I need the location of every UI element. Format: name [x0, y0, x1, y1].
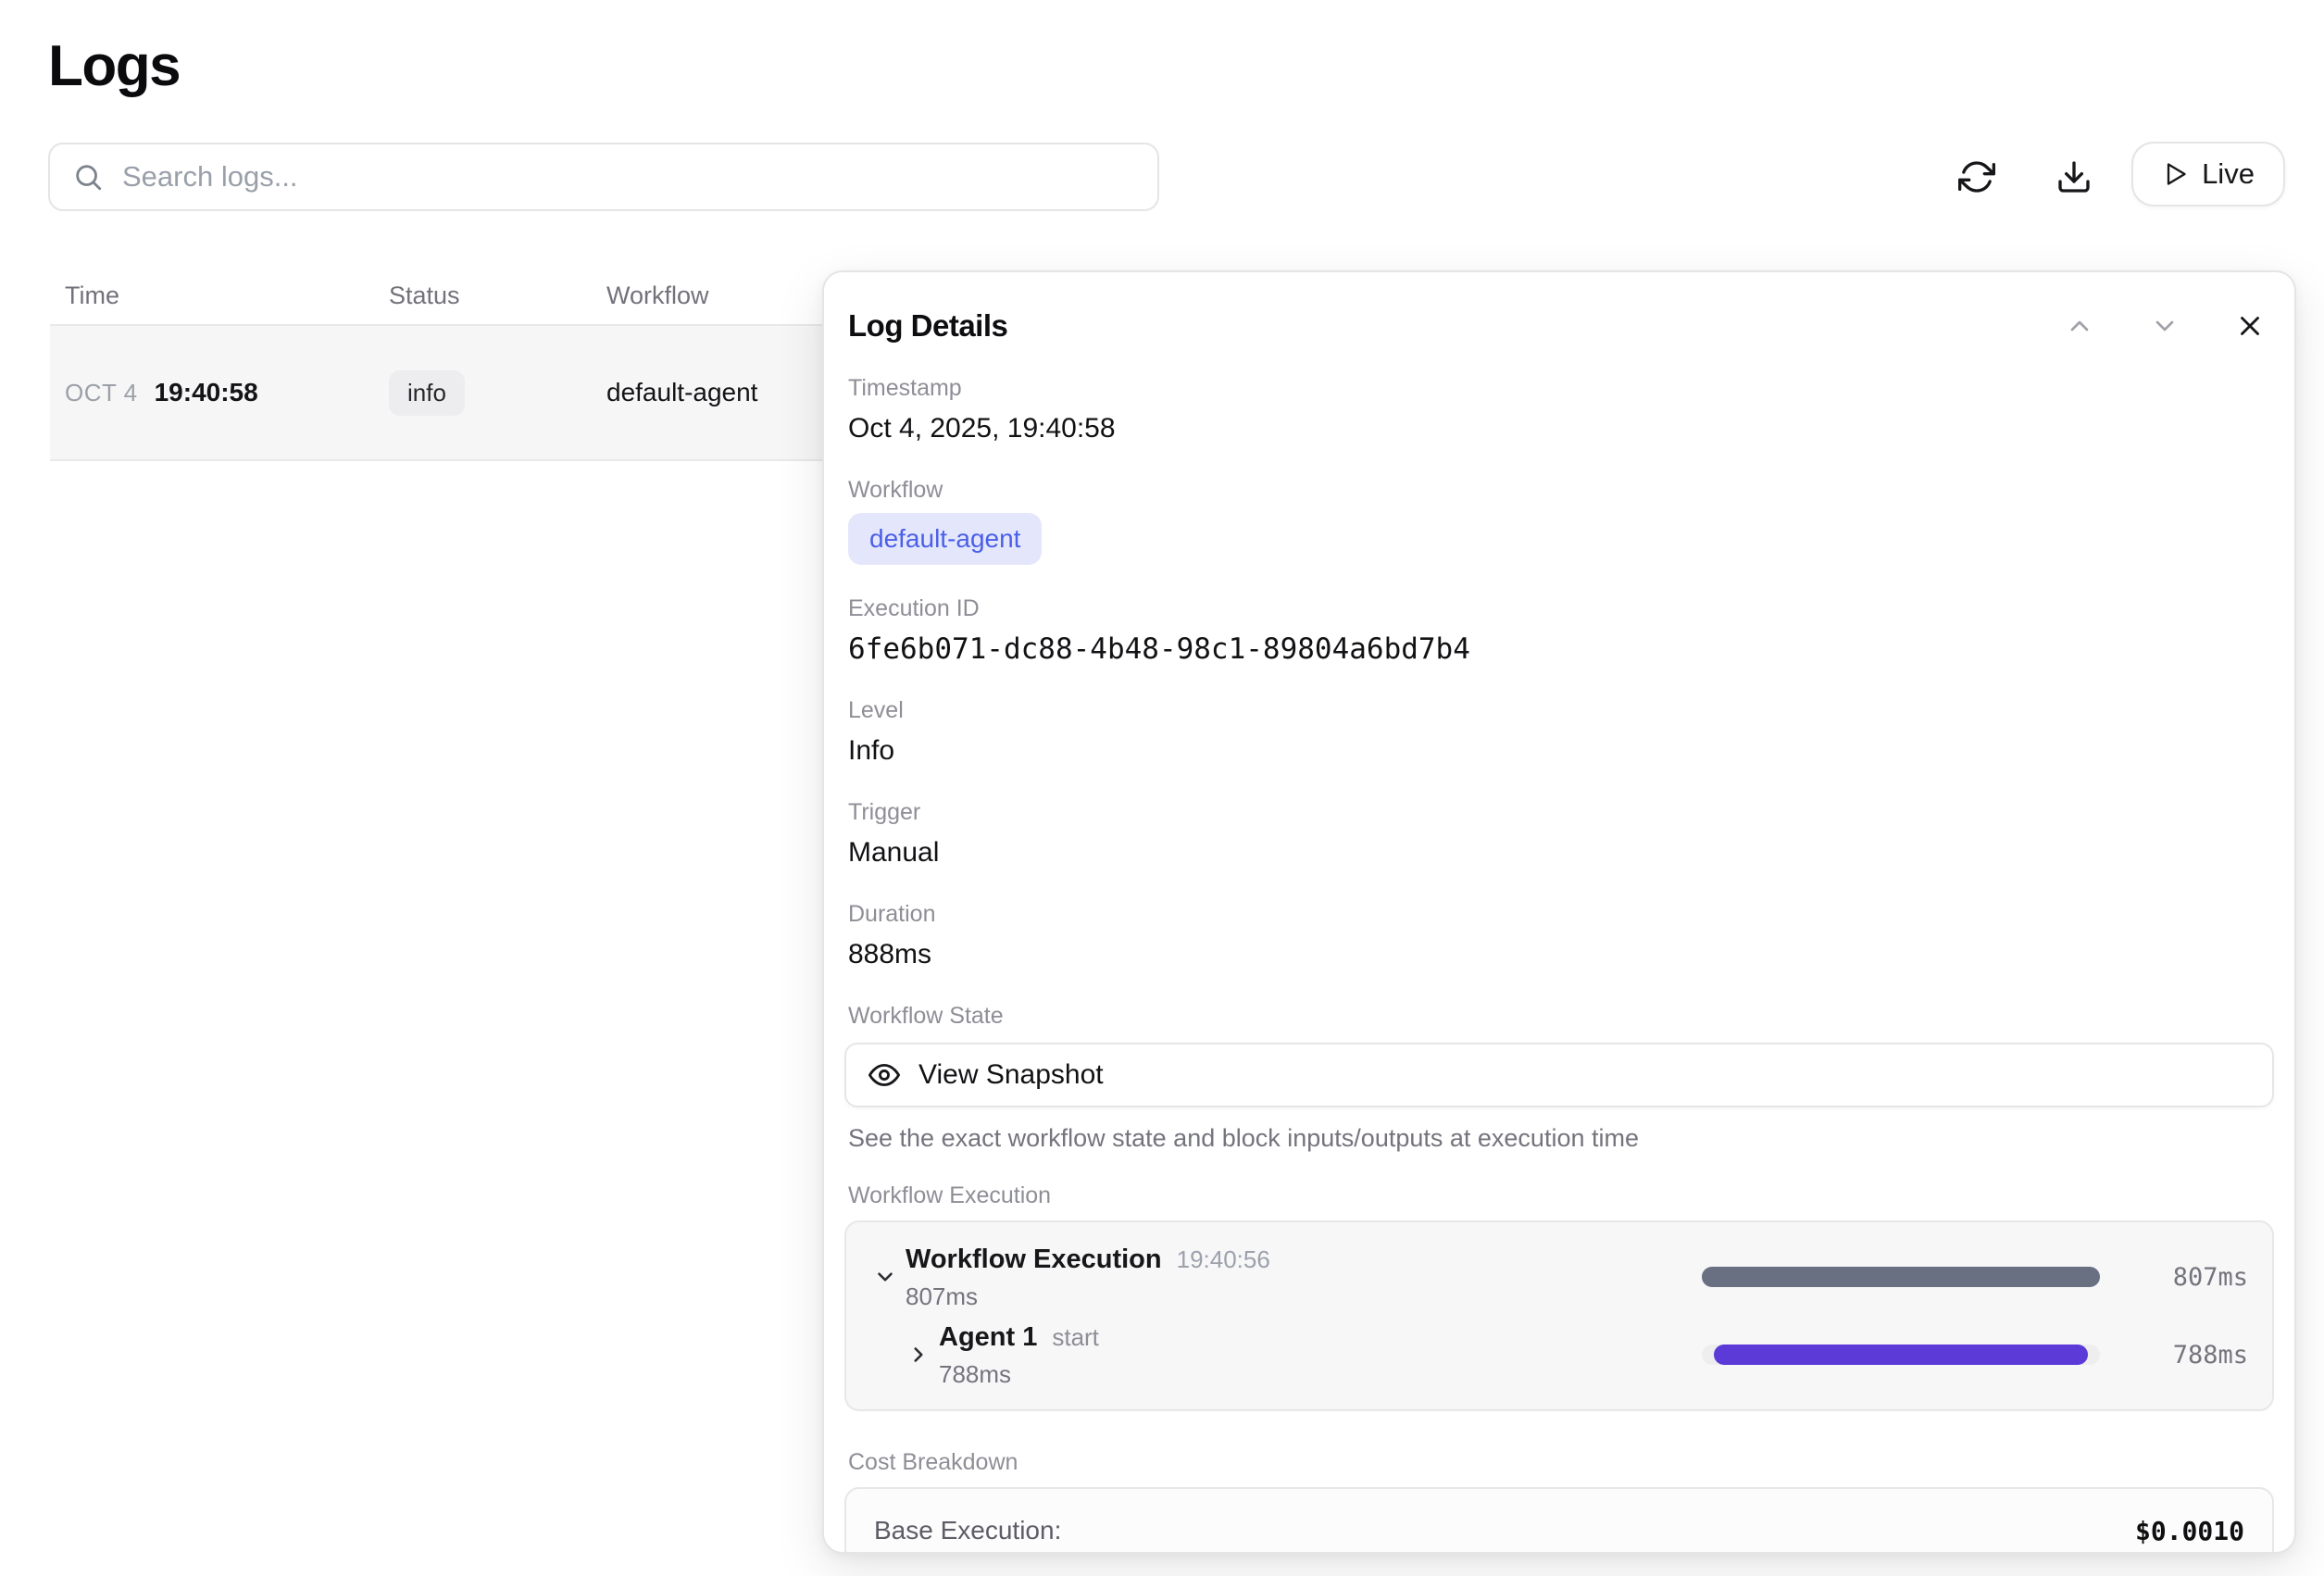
execution-row-agent[interactable]: Agent 1 start 788ms 788ms — [865, 1319, 2248, 1391]
table-row[interactable]: OCT 4 19:40:58 info default-agent — [50, 326, 826, 461]
view-snapshot-button[interactable]: View Snapshot — [844, 1043, 2274, 1107]
workflow-execution-card: Workflow Execution 19:40:56 807ms 807ms … — [844, 1220, 2274, 1411]
download-icon — [2055, 158, 2093, 195]
execution-duration: 807ms — [906, 1282, 1702, 1311]
field-workflow: Workflow default-agent — [848, 476, 2270, 565]
field-execution-id: Execution ID 6fe6b071-dc88-4b48-98c1-898… — [848, 594, 2270, 667]
live-button-label: Live — [2202, 157, 2255, 191]
search-input[interactable] — [122, 160, 1135, 194]
close-panel-button[interactable] — [2230, 306, 2270, 346]
field-timestamp-label: Timestamp — [848, 374, 2270, 402]
workflow-execution-label: Workflow Execution — [848, 1182, 2270, 1209]
refresh-icon — [1958, 158, 1995, 195]
cost-row-label: Base Execution: — [874, 1516, 1061, 1545]
field-level: Level Info — [848, 696, 2270, 769]
execution-duration-right: 788ms — [2137, 1341, 2248, 1370]
execution-row-root[interactable]: Workflow Execution 19:40:56 807ms 807ms — [865, 1241, 2248, 1313]
search-icon — [72, 161, 104, 193]
page-title: Logs — [48, 33, 180, 99]
field-timestamp-value: Oct 4, 2025, 19:40:58 — [848, 411, 2270, 446]
close-icon — [2234, 310, 2266, 342]
column-header-workflow: Workflow — [606, 281, 826, 310]
next-log-button[interactable] — [2144, 306, 2185, 346]
export-button[interactable] — [2048, 151, 2100, 203]
timeline-bar — [1702, 1267, 2100, 1287]
eye-icon — [868, 1059, 900, 1091]
execution-name: Agent 1 — [939, 1320, 1037, 1354]
refresh-button[interactable] — [1951, 151, 2003, 203]
field-workflow-label: Workflow — [848, 476, 2270, 504]
workflow-state-hint: See the exact workflow state and block i… — [848, 1122, 2270, 1154]
field-duration: Duration 888ms — [848, 900, 2270, 972]
field-execution-id-label: Execution ID — [848, 594, 2270, 622]
log-time-cell: OCT 4 19:40:58 — [50, 378, 389, 407]
execution-tag: start — [1052, 1323, 1099, 1352]
expand-toggle[interactable] — [898, 1343, 939, 1367]
chevron-down-icon — [2150, 311, 2180, 341]
timeline-track — [1702, 1267, 2100, 1287]
cost-row-base: Base Execution: $0.0010 — [874, 1502, 2244, 1554]
cost-breakdown-label: Cost Breakdown — [848, 1448, 2270, 1476]
field-timestamp: Timestamp Oct 4, 2025, 19:40:58 — [848, 374, 2270, 446]
cost-row-value: $0.0010 — [2135, 1516, 2244, 1546]
field-trigger-label: Trigger — [848, 798, 2270, 826]
field-duration-value: 888ms — [848, 937, 2270, 972]
logs-table: Time Status Workflow OCT 4 19:40:58 info… — [50, 267, 826, 461]
log-status-cell: info — [389, 370, 606, 416]
log-workflow-cell: default-agent — [606, 378, 826, 407]
chevron-right-icon — [906, 1343, 931, 1367]
view-snapshot-label: View Snapshot — [918, 1059, 1104, 1091]
column-header-status: Status — [389, 281, 606, 310]
field-level-value: Info — [848, 733, 2270, 769]
field-execution-id-value: 6fe6b071-dc88-4b48-98c1-89804a6bd7b4 — [848, 632, 2270, 667]
status-badge: info — [389, 370, 465, 416]
field-level-label: Level — [848, 696, 2270, 724]
execution-duration-right: 807ms — [2137, 1263, 2248, 1292]
workflow-state-label: Workflow State — [848, 1002, 2270, 1030]
field-trigger: Trigger Manual — [848, 798, 2270, 870]
search-box[interactable] — [48, 143, 1159, 211]
field-trigger-value: Manual — [848, 835, 2270, 870]
collapse-toggle[interactable] — [865, 1265, 906, 1289]
timeline-bar — [1714, 1345, 2088, 1365]
prev-log-button[interactable] — [2059, 306, 2100, 346]
panel-header: Log Details — [844, 300, 2274, 346]
log-details-panel: Log Details Timestamp Oct 4, 2025, 19:40… — [822, 270, 2296, 1554]
chevron-down-icon — [873, 1265, 897, 1289]
panel-title: Log Details — [848, 308, 1007, 344]
live-button[interactable]: Live — [2131, 142, 2285, 206]
cost-breakdown-card: Base Execution: $0.0010 Model Input: $0.… — [844, 1487, 2274, 1554]
chevron-up-icon — [2065, 311, 2094, 341]
field-duration-label: Duration — [848, 900, 2270, 928]
execution-start-time: 19:40:56 — [1177, 1245, 1270, 1274]
timeline-track — [1702, 1345, 2100, 1365]
execution-duration: 788ms — [939, 1359, 1702, 1389]
log-time: 19:40:58 — [155, 378, 258, 407]
log-date: OCT 4 — [65, 379, 138, 407]
workflow-badge[interactable]: default-agent — [848, 513, 1042, 565]
table-header: Time Status Workflow — [50, 267, 826, 326]
execution-name: Workflow Execution — [906, 1243, 1162, 1276]
play-icon — [2162, 161, 2188, 187]
log-workflow: default-agent — [606, 378, 757, 407]
column-header-time: Time — [50, 281, 389, 310]
